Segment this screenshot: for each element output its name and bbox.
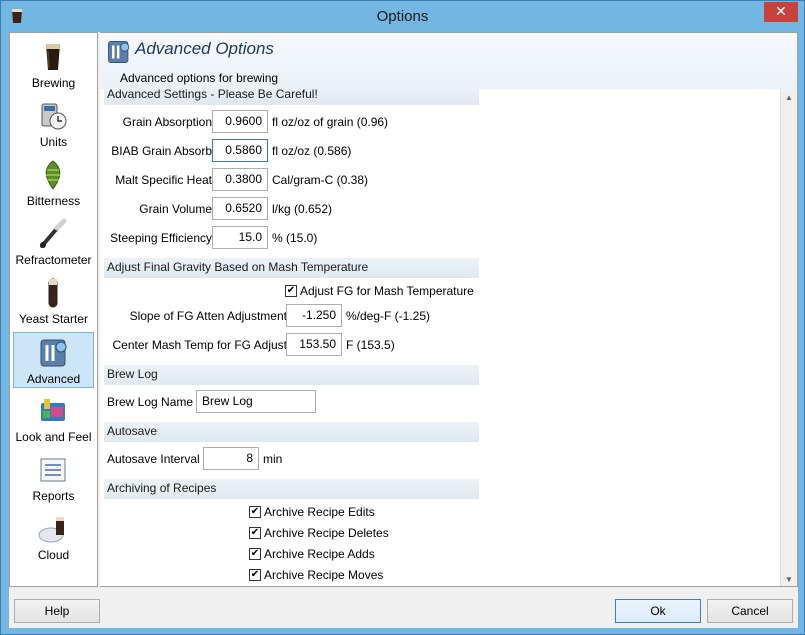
options-window: Options ✕ Brewing Units Bitterness Refra…	[0, 0, 805, 635]
category-sidebar: Brewing Units Bitterness Refractometer Y…	[9, 32, 98, 587]
cancel-button[interactable]: Cancel	[707, 599, 793, 623]
grain-volume-input[interactable]: 0.6520	[212, 197, 268, 220]
slope-fg-unit: %/deg-F (-1.25)	[346, 309, 431, 323]
section-autosave: Autosave	[104, 422, 479, 442]
vertical-scrollbar[interactable]: ▲ ▼	[780, 89, 797, 586]
center-mash-temp-unit: F (153.5)	[346, 338, 395, 352]
panel-header: Advanced Options Advanced options for br…	[100, 33, 797, 89]
adjust-fg-checkbox[interactable]: ✔	[285, 285, 297, 297]
advanced-gear-icon	[40, 339, 67, 367]
sidebar-item-label: Look and Feel	[15, 430, 92, 444]
biab-grain-absorb-label: BIAB Grain Absorb	[111, 144, 212, 158]
sidebar-item-bitterness[interactable]: Bitterness	[13, 155, 94, 211]
steeping-efficiency-unit: % (15.0)	[272, 231, 318, 245]
dialog-client: Brewing Units Bitterness Refractometer Y…	[9, 32, 798, 628]
section-archiving: Archiving of Recipes	[104, 479, 479, 499]
options-panel: Advanced Options Advanced options for br…	[100, 32, 798, 587]
slope-fg-input[interactable]: -1.250	[286, 304, 342, 327]
autosave-interval-unit: min	[263, 452, 283, 466]
adjust-fg-checkbox-label[interactable]: Adjust FG for Mash Temperature	[300, 284, 474, 298]
section-brew-log: Brew Log	[104, 365, 479, 385]
advanced-gear-icon	[108, 41, 130, 63]
grain-absorption-unit: fl oz/oz of grain (0.96)	[272, 115, 389, 129]
scroll-down-icon[interactable]: ▼	[781, 571, 797, 586]
window-title: Options	[376, 8, 429, 25]
page-subtitle: Advanced options for brewing	[120, 71, 279, 85]
hop-cone-icon	[45, 160, 61, 190]
autosave-interval-input[interactable]: 8	[203, 447, 259, 470]
brew-log-name-input[interactable]: Brew Log	[196, 390, 316, 413]
archive-edits-checkbox[interactable]: ✔	[249, 506, 261, 518]
sidebar-item-label: Brewing	[31, 76, 76, 90]
grain-absorption-label: Grain Absorption	[122, 115, 212, 129]
refractometer-icon	[40, 218, 67, 248]
center-mash-temp-label: Center Mash Temp for FG Adjust	[112, 338, 287, 352]
malt-specific-heat-unit: Cal/gram-C (0.38)	[272, 173, 369, 187]
sidebar-item-label: Units	[39, 135, 68, 149]
sidebar-item-reports[interactable]: Reports	[13, 450, 94, 506]
sidebar-item-label: Cloud	[37, 548, 70, 562]
section-adjust-fg: Adjust Final Gravity Based on Mash Tempe…	[104, 258, 479, 278]
biab-grain-absorb-unit: fl oz/oz (0.586)	[272, 144, 352, 158]
sidebar-item-units[interactable]: Units	[13, 96, 94, 152]
sidebar-item-refractometer[interactable]: Refractometer	[13, 214, 94, 270]
brew-log-name-label: Brew Log Name	[107, 395, 194, 409]
scroll-up-icon[interactable]: ▲	[781, 89, 797, 106]
malt-specific-heat-label: Malt Specific Heat	[115, 173, 212, 187]
archive-moves-checkbox[interactable]: ✔	[249, 569, 261, 581]
title-bar[interactable]: Options ✕	[1, 1, 804, 32]
close-button[interactable]: ✕	[764, 2, 798, 22]
sidebar-item-advanced[interactable]: Advanced	[13, 332, 94, 388]
steeping-efficiency-input[interactable]: 15.0	[212, 226, 268, 249]
measuring-cup-clock-icon	[41, 103, 67, 130]
test-tube-icon	[48, 278, 58, 308]
archive-adds-checkbox[interactable]: ✔	[249, 548, 261, 560]
beer-glass-icon	[46, 44, 60, 70]
archive-edits-label[interactable]: Archive Recipe Edits	[264, 505, 375, 519]
grain-absorption-input[interactable]: 0.9600	[212, 110, 268, 133]
autosave-interval-label: Autosave Interval	[107, 452, 200, 466]
section-advanced-settings: Advanced Settings - Please Be Careful!	[104, 85, 479, 105]
biab-grain-absorb-input[interactable]: 0.5860	[212, 139, 268, 162]
sidebar-item-cloud[interactable]: Cloud	[13, 509, 94, 565]
paint-palette-icon	[41, 399, 65, 421]
malt-specific-heat-input[interactable]: 0.3800	[212, 168, 268, 191]
sidebar-item-label: Reports	[32, 489, 75, 503]
archive-moves-label[interactable]: Archive Recipe Moves	[264, 568, 383, 582]
sidebar-item-brewing[interactable]: Brewing	[13, 37, 94, 93]
sidebar-item-label: Bitterness	[26, 194, 81, 208]
sidebar-item-label: Yeast Starter	[19, 312, 88, 326]
sidebar-item-yeast-starter[interactable]: Yeast Starter	[13, 273, 94, 329]
report-checklist-icon	[40, 458, 66, 482]
help-button[interactable]: Help	[14, 599, 100, 623]
grain-volume-unit: l/kg (0.652)	[272, 202, 333, 216]
archive-deletes-checkbox[interactable]: ✔	[249, 527, 261, 539]
slope-fg-label: Slope of FG Atten Adjustment	[129, 309, 287, 323]
sidebar-item-look-and-feel[interactable]: Look and Feel	[13, 391, 94, 447]
sidebar-item-label: Refractometer	[15, 253, 92, 267]
steeping-efficiency-label: Steeping Efficiency	[110, 231, 212, 245]
ok-button[interactable]: Ok	[615, 599, 701, 623]
cloud-beer-icon	[38, 517, 64, 543]
grain-volume-label: Grain Volume	[139, 202, 212, 216]
archive-deletes-label[interactable]: Archive Recipe Deletes	[264, 526, 389, 540]
sidebar-item-label: Advanced	[26, 372, 81, 386]
center-mash-temp-input[interactable]: 153.50	[286, 333, 342, 356]
page-title: Advanced Options	[135, 39, 274, 58]
archive-adds-label[interactable]: Archive Recipe Adds	[264, 547, 375, 561]
